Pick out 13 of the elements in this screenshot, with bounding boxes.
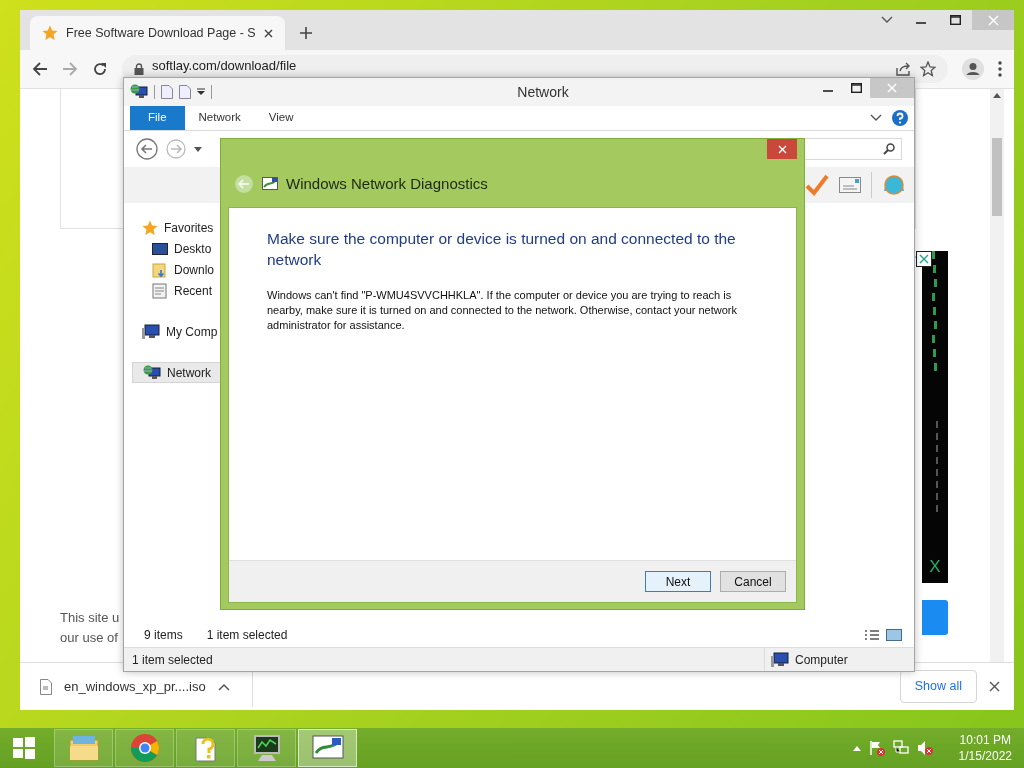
notice-text: This site u: [60, 609, 120, 627]
notice-text: our use of: [60, 629, 118, 647]
dialog-heading: Make sure the computer or device is turned on and connected to the network: [267, 229, 737, 270]
item-count: 9 items: [144, 627, 183, 644]
clock-date: 1/15/2022: [958, 748, 1012, 764]
status-text: 1 item selected: [132, 652, 213, 667]
selection-count: 1 item selected: [206, 627, 288, 644]
status-location: Computer: [795, 651, 848, 669]
window-title: Network: [516, 82, 570, 102]
dialog-title: Windows Network Diagnostics: [286, 173, 488, 194]
ad-label: X: [929, 555, 941, 578]
dialog-message: Windows can't find "P-WMU4SVVCHHKLA". If the computer or device you are trying to reach is nearby, make sure it is turned on and connected to the network. Otherwise, contact your network administrator for assistance.: [267, 288, 738, 333]
clock-time: 10:01 PM: [958, 732, 1012, 748]
